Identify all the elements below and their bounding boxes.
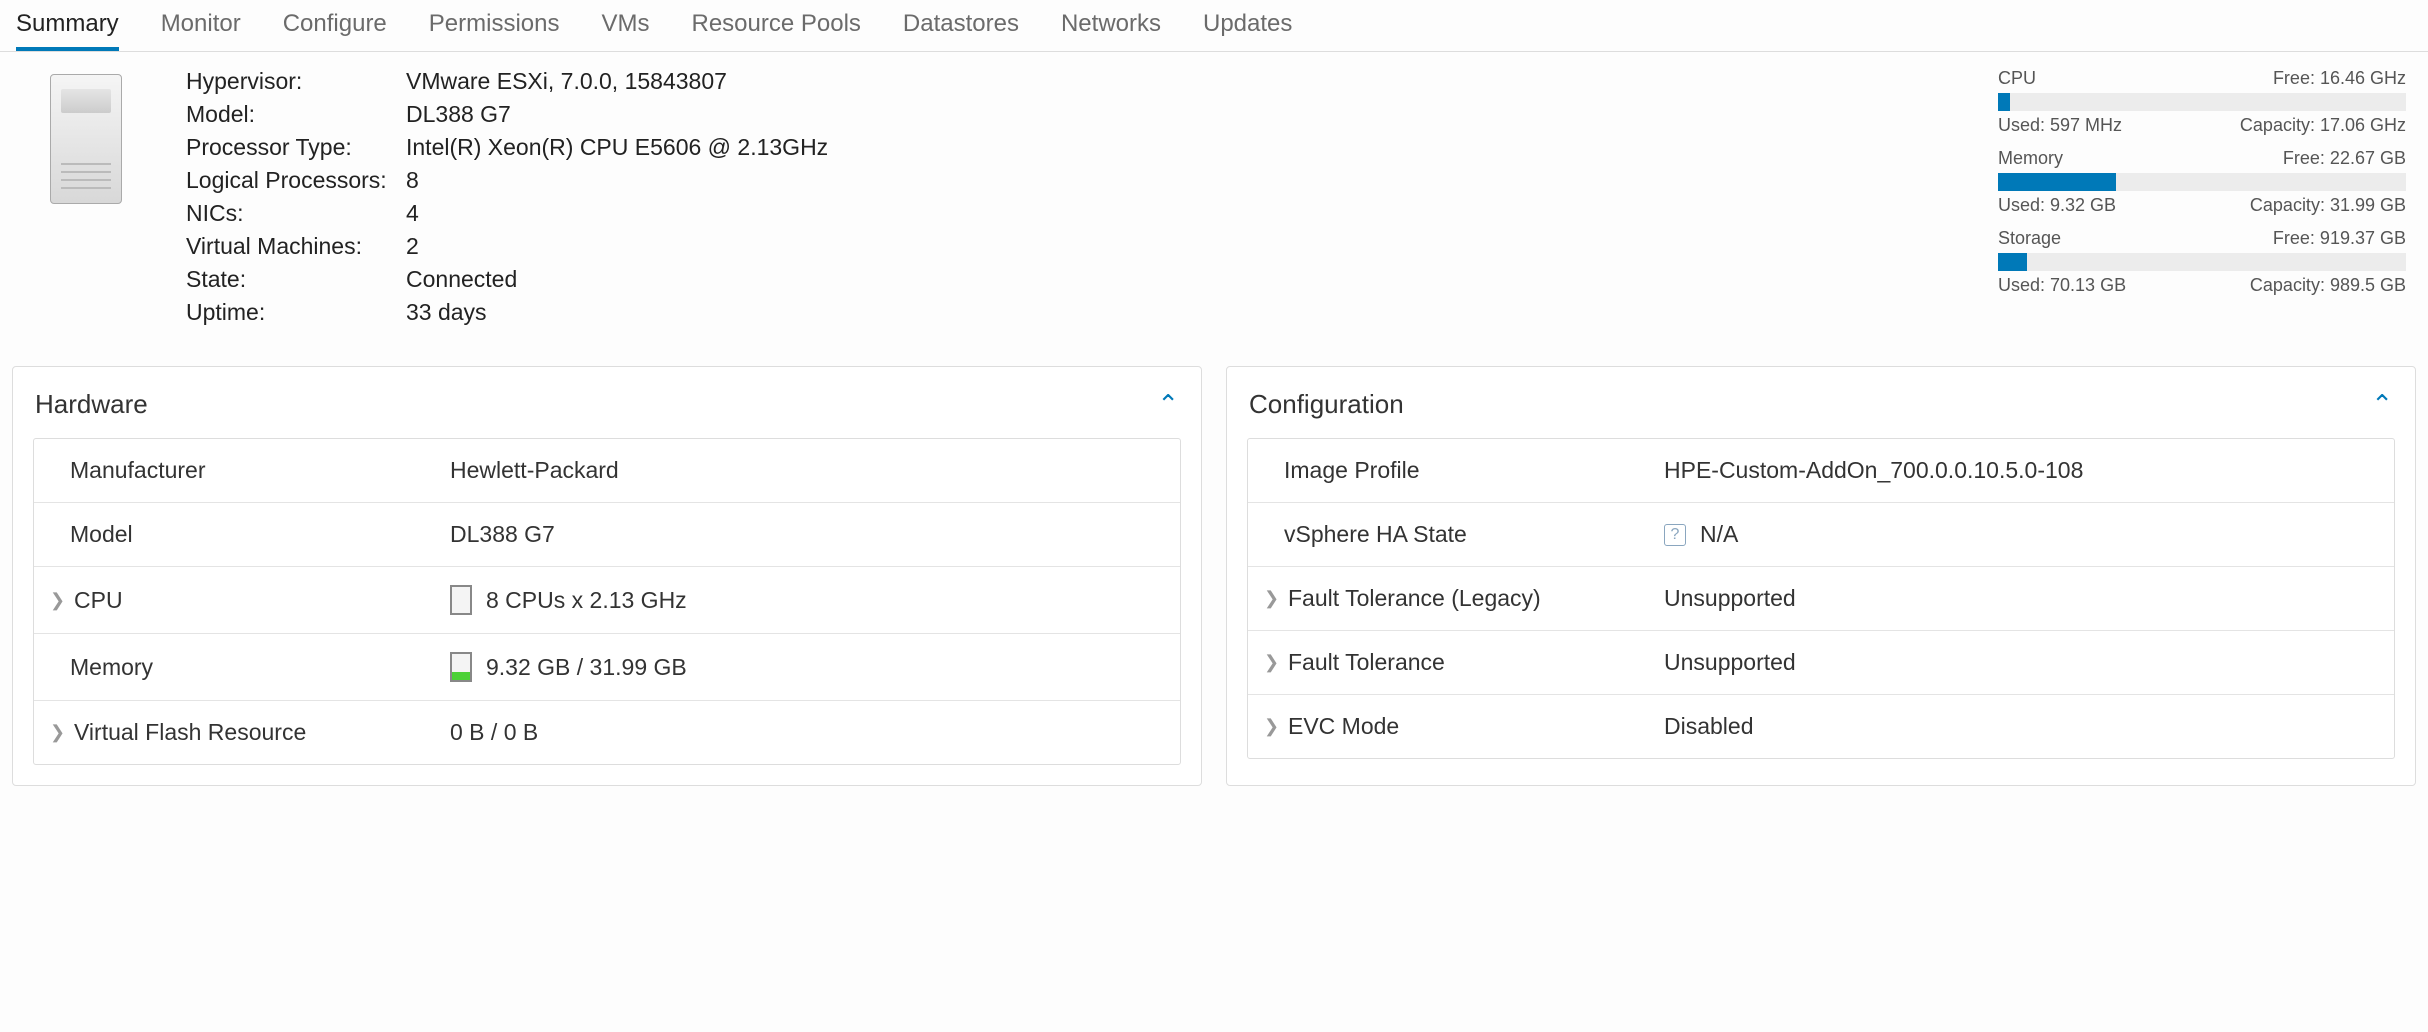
value-cpu: 8 CPUs x 2.13 GHz	[486, 587, 687, 614]
value-manufacturer: Hewlett-Packard	[450, 457, 619, 484]
value-evc: Disabled	[1664, 713, 1754, 740]
tab-summary[interactable]: Summary	[16, 0, 119, 51]
expand-cpu-icon[interactable]: ❯	[50, 590, 66, 611]
row-image-profile: Image Profile HPE-Custom-AddOn_700.0.0.1…	[1248, 439, 2394, 503]
label-cpu: CPU	[74, 587, 123, 614]
tab-networks[interactable]: Networks	[1061, 0, 1161, 51]
value-uptime: 33 days	[406, 299, 828, 326]
label-ha-state: vSphere HA State	[1284, 521, 1467, 548]
value-logical: 8	[406, 167, 828, 194]
resource-meters: CPU Free: 16.46 GHz Used: 597 MHz Capaci…	[1998, 68, 2418, 308]
value-vms: 2	[406, 233, 828, 260]
collapse-hardware-icon[interactable]: ⌃	[1157, 389, 1179, 420]
meter-storage-capacity: Capacity: 989.5 GB	[2250, 275, 2406, 296]
meter-cpu: CPU Free: 16.46 GHz Used: 597 MHz Capaci…	[1998, 68, 2406, 136]
row-manufacturer: Manufacturer Hewlett-Packard	[34, 439, 1180, 503]
meter-memory-bar	[1998, 173, 2406, 191]
tab-monitor[interactable]: Monitor	[161, 0, 241, 51]
expand-ft-icon[interactable]: ❯	[1264, 652, 1280, 673]
meter-storage-used: Used: 70.13 GB	[1998, 275, 2126, 296]
tab-vms[interactable]: VMs	[601, 0, 649, 51]
tab-configure[interactable]: Configure	[283, 0, 387, 51]
hardware-table: Manufacturer Hewlett-Packard Model DL388…	[33, 438, 1181, 765]
label-vflash: Virtual Flash Resource	[74, 719, 306, 746]
panel-configuration-title: Configuration	[1249, 389, 1404, 420]
summary-header: Hypervisor: VMware ESXi, 7.0.0, 15843807…	[0, 52, 2428, 366]
label-image-profile: Image Profile	[1284, 457, 1420, 484]
row-ft-legacy: ❯ Fault Tolerance (Legacy) Unsupported	[1248, 567, 2394, 631]
row-cpu: ❯ CPU 8 CPUs x 2.13 GHz	[34, 567, 1180, 634]
meter-cpu-free: Free: 16.46 GHz	[2273, 68, 2406, 89]
meter-storage: Storage Free: 919.37 GB Used: 70.13 GB C…	[1998, 228, 2406, 296]
label-ft-legacy: Fault Tolerance (Legacy)	[1288, 585, 1541, 612]
value-ft: Unsupported	[1664, 649, 1796, 676]
label-ft: Fault Tolerance	[1288, 649, 1445, 676]
tab-bar: Summary Monitor Configure Permissions VM…	[0, 0, 2428, 52]
meter-memory-capacity: Capacity: 31.99 GB	[2250, 195, 2406, 216]
label-nics: NICs:	[186, 200, 406, 227]
value-state: Connected	[406, 266, 828, 293]
label-hypervisor: Hypervisor:	[186, 68, 406, 95]
collapse-configuration-icon[interactable]: ⌃	[2371, 389, 2393, 420]
meter-memory-free: Free: 22.67 GB	[2283, 148, 2406, 169]
tab-datastores[interactable]: Datastores	[903, 0, 1019, 51]
expand-evc-icon[interactable]: ❯	[1264, 716, 1280, 737]
host-icon	[36, 74, 136, 204]
label-logical: Logical Processors:	[186, 167, 406, 194]
row-evc: ❯ EVC Mode Disabled	[1248, 695, 2394, 758]
memory-chip-icon	[450, 652, 472, 682]
meter-memory-used: Used: 9.32 GB	[1998, 195, 2116, 216]
meter-storage-free: Free: 919.37 GB	[2273, 228, 2406, 249]
label-model: Model:	[186, 101, 406, 128]
configuration-table: Image Profile HPE-Custom-AddOn_700.0.0.1…	[1247, 438, 2395, 759]
value-ft-legacy: Unsupported	[1664, 585, 1796, 612]
tab-permissions[interactable]: Permissions	[429, 0, 560, 51]
meter-memory: Memory Free: 22.67 GB Used: 9.32 GB Capa…	[1998, 148, 2406, 216]
panel-hardware: Hardware ⌃ Manufacturer Hewlett-Packard …	[12, 366, 1202, 786]
value-vflash: 0 B / 0 B	[450, 719, 538, 746]
expand-vflash-icon[interactable]: ❯	[50, 722, 66, 743]
row-ft: ❯ Fault Tolerance Unsupported	[1248, 631, 2394, 695]
tab-resource-pools[interactable]: Resource Pools	[691, 0, 860, 51]
value-processor: Intel(R) Xeon(R) CPU E5606 @ 2.13GHz	[406, 134, 828, 161]
help-icon[interactable]: ?	[1664, 524, 1686, 546]
value-model: DL388 G7	[406, 101, 828, 128]
meter-cpu-used: Used: 597 MHz	[1998, 115, 2122, 136]
meter-cpu-title: CPU	[1998, 68, 2036, 89]
row-vflash: ❯ Virtual Flash Resource 0 B / 0 B	[34, 701, 1180, 764]
label-memory: Memory	[70, 654, 153, 681]
cpu-chip-icon	[450, 585, 472, 615]
meter-cpu-bar	[1998, 93, 2406, 111]
value-ha-state: N/A	[1700, 521, 1738, 548]
tab-updates[interactable]: Updates	[1203, 0, 1292, 51]
value-hypervisor: VMware ESXi, 7.0.0, 15843807	[406, 68, 828, 95]
value-hw-model: DL388 G7	[450, 521, 555, 548]
expand-ft-legacy-icon[interactable]: ❯	[1264, 588, 1280, 609]
host-properties: Hypervisor: VMware ESXi, 7.0.0, 15843807…	[186, 68, 828, 326]
label-vms: Virtual Machines:	[186, 233, 406, 260]
value-image-profile: HPE-Custom-AddOn_700.0.0.10.5.0-108	[1664, 457, 2083, 484]
panel-hardware-title: Hardware	[35, 389, 148, 420]
row-memory: Memory 9.32 GB / 31.99 GB	[34, 634, 1180, 701]
row-ha-state: vSphere HA State ? N/A	[1248, 503, 2394, 567]
value-memory: 9.32 GB / 31.99 GB	[486, 654, 687, 681]
label-state: State:	[186, 266, 406, 293]
meter-cpu-capacity: Capacity: 17.06 GHz	[2240, 115, 2406, 136]
label-manufacturer: Manufacturer	[70, 457, 206, 484]
label-processor: Processor Type:	[186, 134, 406, 161]
value-nics: 4	[406, 200, 828, 227]
panel-configuration: Configuration ⌃ Image Profile HPE-Custom…	[1226, 366, 2416, 786]
row-hw-model: Model DL388 G7	[34, 503, 1180, 567]
label-uptime: Uptime:	[186, 299, 406, 326]
meter-storage-title: Storage	[1998, 228, 2061, 249]
meter-storage-bar	[1998, 253, 2406, 271]
meter-memory-title: Memory	[1998, 148, 2063, 169]
panels: Hardware ⌃ Manufacturer Hewlett-Packard …	[0, 366, 2428, 786]
label-evc: EVC Mode	[1288, 713, 1399, 740]
label-hw-model: Model	[70, 521, 133, 548]
